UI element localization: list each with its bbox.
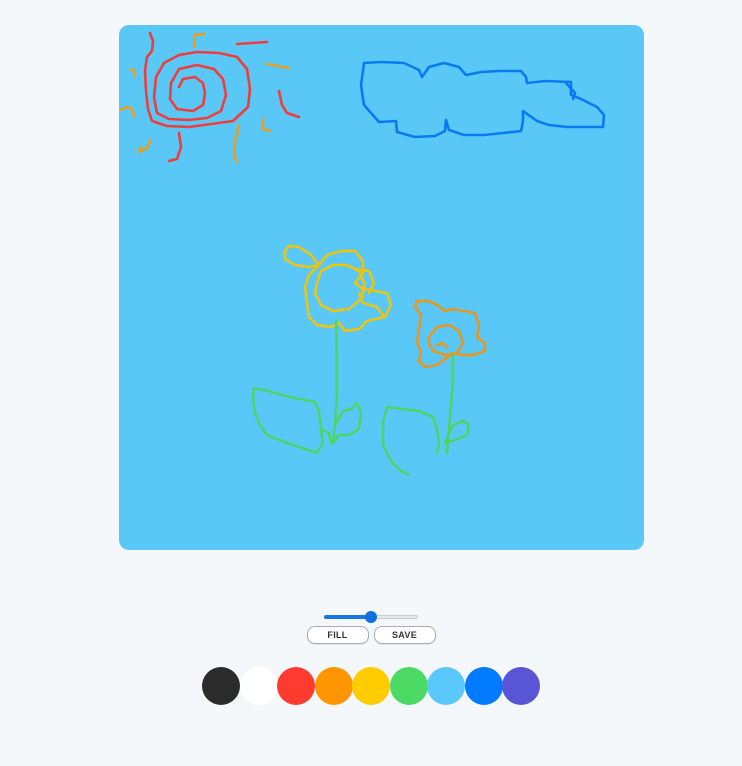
slider-thumb[interactable] <box>365 611 377 623</box>
color-swatch-white[interactable] <box>239 667 278 705</box>
drawing-canvas[interactable] <box>119 25 644 550</box>
brush-size-slider[interactable] <box>324 608 418 626</box>
color-swatch-black[interactable] <box>202 667 240 705</box>
color-palette <box>202 667 540 705</box>
color-swatch-purple[interactable] <box>502 667 540 705</box>
fill-button[interactable]: FILL <box>306 626 369 644</box>
save-button[interactable]: SAVE <box>373 626 436 644</box>
controls-panel: FILL SAVE <box>0 608 742 705</box>
slider-fill <box>324 615 371 619</box>
color-swatch-yellow[interactable] <box>352 667 390 705</box>
color-swatch-orange[interactable] <box>314 667 353 705</box>
color-swatch-light-blue[interactable] <box>427 667 465 705</box>
color-swatch-red[interactable] <box>277 667 315 705</box>
drawing-surface[interactable] <box>119 25 644 550</box>
action-buttons: FILL SAVE <box>306 626 436 644</box>
color-swatch-blue[interactable] <box>464 667 503 705</box>
color-swatch-green[interactable] <box>389 667 428 705</box>
canvas-background <box>119 25 644 550</box>
